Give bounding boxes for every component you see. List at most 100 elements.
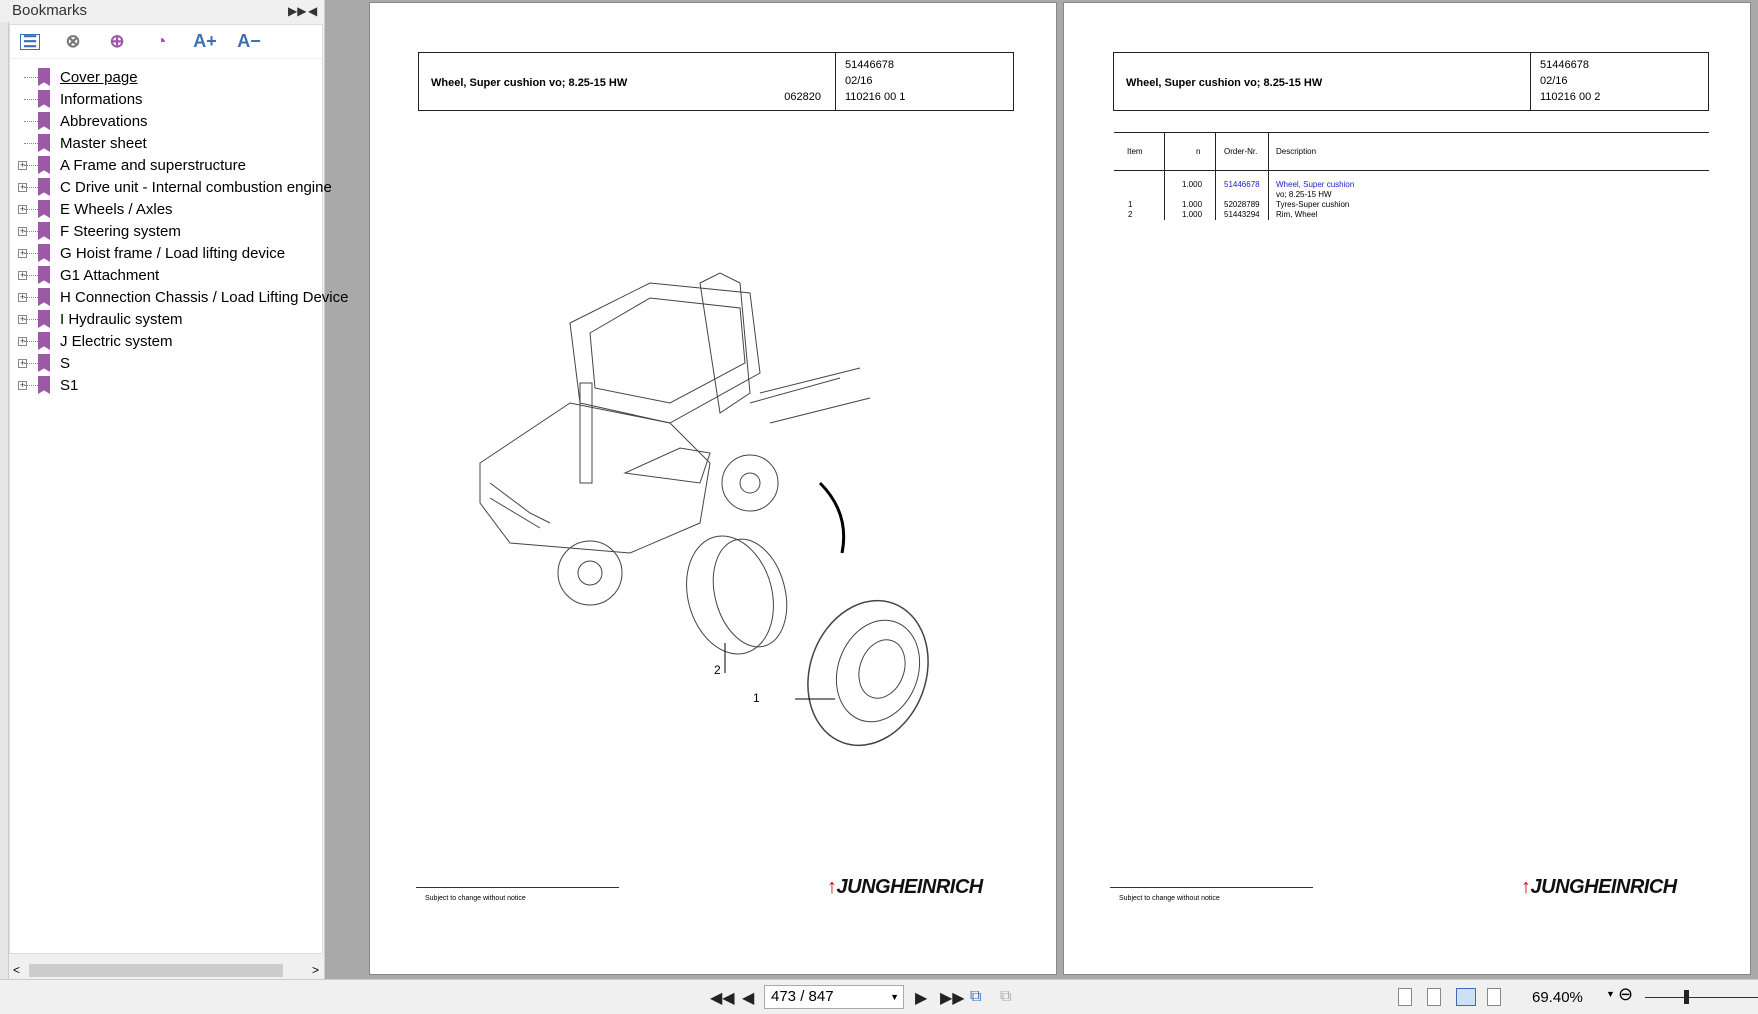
bookmark-item[interactable]: Master sheet [10,132,322,154]
horizontal-scrollbar[interactable]: < > [9,962,323,979]
part-date: 02/16 [845,75,873,87]
font-decrease-icon[interactable]: A− [237,31,261,53]
pdf-page-right: Wheel, Super cushion vo; 8.25-15 HW 5144… [1063,2,1751,975]
next-page-icon[interactable]: ▶ [915,988,927,1008]
expand-panel-icon[interactable]: ▶▶ [288,0,306,22]
bookmark-tree: Cover page Informations Abbrevations Master… [10,59,349,396]
bookmark-toolbar: ☰ ⊗ ⊕ ◔ A+ A− [10,25,322,59]
jungheinrich-logo: ↑JUNGHEINRICH [827,876,983,898]
cell-desc: vo; 8.25-15 HW [1276,190,1332,199]
part-title: Wheel, Super cushion vo; 8.25-15 HW [431,77,628,89]
goto-bookmark-icon[interactable]: ◔ [150,31,172,53]
doc-number: 110216 00 1 [845,91,906,103]
zoom-slider[interactable] [1645,997,1758,998]
tree-line [24,98,38,100]
delete-bookmark-icon[interactable]: ⊗ [62,31,84,53]
bookmark-item[interactable]: + J Electric system [10,330,322,352]
bookmark-icon [38,288,50,306]
bookmark-item[interactable]: + H Connection Chassis / Load Lifting Dev… [10,286,349,308]
bookmark-icon [38,90,50,108]
cell-desc: Rim, Wheel [1276,210,1318,219]
bookmark-item[interactable]: + C Drive unit - Internal combustion engi… [10,176,332,198]
order-link[interactable]: 51446678 [1224,180,1260,189]
tree-line [24,384,38,386]
last-page-icon[interactable]: ▶▶ [940,988,965,1008]
bookmark-icon [38,310,50,328]
bookmark-item[interactable]: + F Steering system [10,220,322,242]
bookmark-label: Abbrevations [60,112,148,130]
cell-desc: Tyres-Super cushion [1276,200,1350,209]
cell-n: 1.000 [1182,200,1203,209]
bookmark-icon [38,68,50,86]
zoom-slider-thumb[interactable] [1684,990,1689,1004]
chevron-down-icon[interactable]: ▼ [890,986,899,1008]
bookmark-item[interactable]: Informations [10,88,322,110]
bookmarks-panel: Bookmarks ▶▶ ◀ ☰ ⊗ ⊕ ◔ A+ A− Cover page I… [0,0,349,979]
previous-view-icon[interactable]: ⧉ [970,988,981,1006]
bookmark-item[interactable]: + G Hoist frame / Load lifting device [10,242,322,264]
two-page-continuous-view-icon[interactable] [1487,988,1501,1006]
cell-n: 1.000 [1182,180,1203,189]
status-toolbar: ◀◀ ◀ 473 / 847 ▼ ▶ ▶▶ ⧉ ⧉ 69.40% ▼ ⊖ [0,979,1758,1014]
tree-line [24,362,38,364]
jungheinrich-logo: ↑JUNGHEINRICH [1521,876,1677,898]
bookmark-item[interactable]: Abbrevations [10,110,322,132]
bookmark-item[interactable]: + S1 [10,374,322,396]
footer-note: Subject to change without notice [1119,895,1220,902]
prev-page-icon[interactable]: ◀ [742,988,754,1008]
bookmark-item[interactable]: + S [10,352,322,374]
tree-line [24,142,38,144]
tree-line [24,186,38,188]
page-header-box: Wheel, Super cushion vo; 8.25-15 HW 0628… [418,52,1014,111]
bookmark-icon [38,200,50,218]
bookmark-icon [38,266,50,284]
cell-item: 1 [1128,200,1133,209]
continuous-view-icon[interactable] [1427,988,1441,1006]
add-bookmark-icon[interactable]: ⊕ [106,31,128,53]
callout-1: 1 [753,691,760,705]
bookmark-label: F Steering system [60,222,181,240]
zoom-out-icon[interactable]: ⊖ [1618,984,1633,1005]
col-order: Order-Nr. [1224,147,1258,156]
font-increase-icon[interactable]: A+ [193,31,217,53]
first-page-icon[interactable]: ◀◀ [710,988,735,1008]
doc-number: 110216 00 2 [1540,91,1601,103]
bookmark-label: Informations [60,90,143,108]
page-number-input[interactable]: 473 / 847 ▼ [764,985,904,1009]
tree-line [24,340,38,342]
bookmark-label: G1 Attachment [60,266,160,284]
scroll-left-icon[interactable]: < [13,963,20,977]
bookmark-icon [38,112,50,130]
scroll-right-icon[interactable]: > [312,963,319,977]
pdf-page-left: Wheel, Super cushion vo; 8.25-15 HW 0628… [369,2,1057,975]
bookmark-icon [38,134,50,152]
bookmark-item[interactable]: + A Frame and superstructure [10,154,322,176]
cell-order: 52028789 [1224,200,1260,209]
col-n: n [1196,147,1201,156]
bookmark-label: E Wheels / Axles [60,200,173,218]
bookmark-icon [38,178,50,196]
tree-line [24,208,38,210]
drawing-code: 062820 [784,91,821,103]
bookmark-label: H Connection Chassis / Load Lifting Devi… [60,288,349,306]
bookmark-item[interactable]: + E Wheels / Axles [10,198,322,220]
collapse-panel-icon[interactable]: ◀ [308,0,317,22]
tree-line [24,296,38,298]
tree-line [24,318,38,320]
bookmark-item[interactable]: Cover page [10,66,322,88]
bookmark-icon [38,222,50,240]
zoom-level[interactable]: 69.40% [1532,989,1583,1006]
two-page-view-icon[interactable] [1456,988,1476,1006]
description-link[interactable]: Wheel, Super cushion [1276,180,1354,189]
bookmark-item[interactable]: + I Hydraulic system [10,308,322,330]
bookmark-list-icon[interactable]: ☰ [20,33,40,51]
bookmark-label: Cover page [60,68,138,86]
bookmark-item[interactable]: + G1 Attachment [10,264,322,286]
col-description: Description [1276,147,1317,156]
cell-item: 2 [1128,210,1133,219]
single-page-view-icon[interactable] [1398,988,1412,1006]
scroll-thumb[interactable] [29,964,283,977]
zoom-dropdown-icon[interactable]: ▼ [1606,989,1615,999]
side-strip [0,22,9,979]
page-header-box: Wheel, Super cushion vo; 8.25-15 HW 5144… [1113,52,1709,111]
